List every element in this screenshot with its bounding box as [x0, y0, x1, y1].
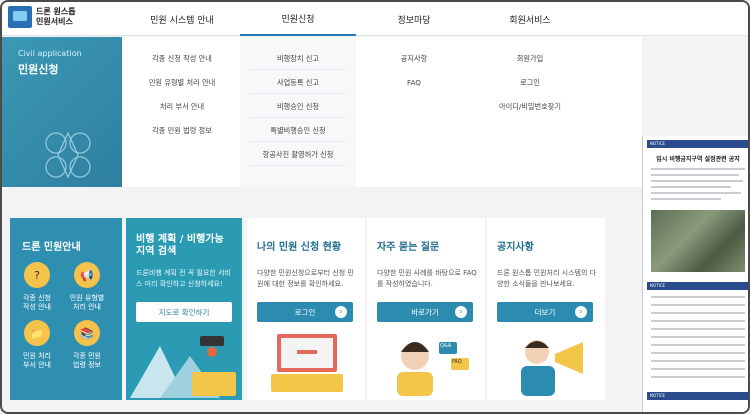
menu-faq[interactable]: FAQ [356, 78, 472, 87]
menu-form-guide[interactable]: 각종 신청 작성 안내 [124, 54, 240, 64]
flight-title-line1: 비행 계획 / 비행가능 [136, 234, 224, 245]
side-title-ko: 민원신청 [18, 63, 59, 76]
nav-member[interactable]: 회원서비스 [472, 2, 588, 36]
arrow-right-icon: › [575, 306, 587, 318]
flight-desc: 드론비행 계획 전 꼭 필요한 서비스 미리 확인하고 신청하세요! [136, 269, 231, 288]
faq-title: 자주 묻는 질문 [377, 242, 440, 253]
site-logo[interactable]: 드론 원스톱 민원서비스 [8, 6, 76, 28]
drone-pattern-icon [45, 131, 91, 179]
menu-flight-approval[interactable]: 비행승인 신청 [240, 102, 356, 112]
arrow-right-icon: › [455, 306, 467, 318]
login-button[interactable]: 로그인 › [257, 302, 353, 322]
guide-item-type[interactable]: 민원 유형별 처리 안내 [62, 294, 112, 312]
laptop-illustration [271, 334, 343, 392]
map-check-button[interactable]: 지도로 확인하기 [136, 302, 232, 322]
menu-special-flight[interactable]: 특별비행승인 신청 [240, 126, 356, 136]
menu-device-report[interactable]: 비행장치 신고 [240, 54, 356, 64]
notice-desc: 드론 원스톱 민원처리 시스템의 다양한 소식들을 만나보세요. [497, 269, 597, 288]
guide-item-dept[interactable]: 민원 처리 부서 안내 [12, 352, 62, 370]
flight-title-line2: 지역 검색 [136, 246, 177, 257]
notice-title: 공지사항 [497, 242, 534, 253]
map-thumbnail [651, 210, 745, 272]
arrow-right-icon: › [335, 306, 347, 318]
folder-icon[interactable]: 📁 [24, 320, 50, 346]
logo-line2: 민원서비스 [36, 17, 73, 26]
qa-bubble: Q&A [440, 343, 452, 349]
faq-card: 자주 묻는 질문 다양한 민원 사례를 바탕으로 FAQ를 작성하였습니다. 바… [367, 218, 485, 400]
menu-notice[interactable]: 공지사항 [356, 54, 472, 64]
menu-signup[interactable]: 회원가입 [472, 54, 588, 64]
support-agent-illustration [397, 342, 469, 396]
notice-doc-title: 임시 비행금지구역 설정관련 공지 [656, 156, 740, 163]
menu-aerial-photo[interactable]: 항공사진 촬영허가 신청 [240, 150, 356, 160]
monitor-icon [8, 6, 32, 28]
notice-card: 공지사항 드론 원스톱 민원처리 시스템의 다양한 소식들을 만나보세요. 더보… [487, 218, 605, 400]
dropdown-col-info: 공지사항 FAQ [356, 37, 472, 187]
my-app-title: 나의 민원 신청 현황 [257, 242, 342, 253]
mountain-drone-illustration [130, 336, 236, 398]
megaphone-man-illustration [521, 340, 583, 396]
dropdown-col-application: 비행장치 신고 사업등록 신고 비행승인 신청 특별비행승인 신청 항공사진 촬… [240, 37, 356, 187]
menu-find-account[interactable]: 아이디/비밀번호찾기 [472, 102, 588, 112]
megaphone-icon[interactable]: 📢 [74, 262, 100, 288]
more-button[interactable]: 더보기 › [497, 302, 593, 322]
nav-info[interactable]: 정보마당 [356, 2, 472, 36]
my-app-desc: 다양한 민원신청으로부터 신청 민원에 대한 정보를 확인하세요. [257, 269, 354, 288]
nav-system-guide[interactable]: 민원 시스템 안내 [124, 2, 240, 36]
menu-business-report[interactable]: 사업등록 신고 [240, 78, 356, 88]
menu-login[interactable]: 로그인 [472, 78, 588, 88]
nav-application[interactable]: 민원신청 [240, 2, 356, 36]
dropdown-side-panel: Civil application 민원신청 [2, 37, 122, 187]
menu-type-guide[interactable]: 민원 유형별 처리 안내 [124, 78, 240, 88]
guide-item-form[interactable]: 각종 신청 작성 안내 [12, 294, 62, 312]
page-frame: 드론 원스톱 민원서비스 민원 시스템 안내 민원신청 정보마당 회원서비스 C… [0, 0, 750, 414]
top-header: 드론 원스톱 민원서비스 민원 시스템 안내 민원신청 정보마당 회원서비스 [2, 2, 748, 36]
guide-title: 드론 민원안내 [22, 242, 81, 253]
faq-desc: 다양한 민원 사례를 바탕으로 FAQ를 작성하였습니다. [377, 269, 477, 288]
flight-search-panel: 비행 계획 / 비행가능 지역 검색 드론비행 계획 전 꼭 필요한 서비스 미… [126, 218, 242, 400]
faq-bubble: FAQ [452, 359, 462, 365]
dropdown-col-guide: 각종 신청 작성 안내 민원 유형별 처리 안내 처리 부서 안내 각종 민원 … [124, 37, 240, 187]
dropdown-col-member: 회원가입 로그인 아이디/비밀번호찾기 [472, 37, 588, 187]
logo-line1: 드론 원스톱 [36, 7, 76, 16]
my-application-card: 나의 민원 신청 현황 다양한 민원신청으로부터 신청 민원에 대한 정보를 확… [247, 218, 365, 400]
menu-law-info[interactable]: 각종 민원 법령 정보 [124, 126, 240, 136]
notice-document-preview[interactable]: NOTICE 임시 비행금지구역 설정관련 공지 NOTICE NOTICE [642, 136, 748, 412]
guide-item-law[interactable]: 각종 민원 법령 정보 [62, 352, 112, 370]
menu-dept-guide[interactable]: 처리 부서 안내 [124, 102, 240, 112]
books-icon[interactable]: 📚 [74, 320, 100, 346]
side-title-en: Civil application [18, 49, 82, 58]
drone-guide-panel: 드론 민원안내 ? 각종 신청 작성 안내 📢 민원 유형별 처리 안내 📁 민원 … [10, 218, 122, 400]
faq-go-button[interactable]: 바로가기 › [377, 302, 473, 322]
question-icon[interactable]: ? [24, 262, 50, 288]
